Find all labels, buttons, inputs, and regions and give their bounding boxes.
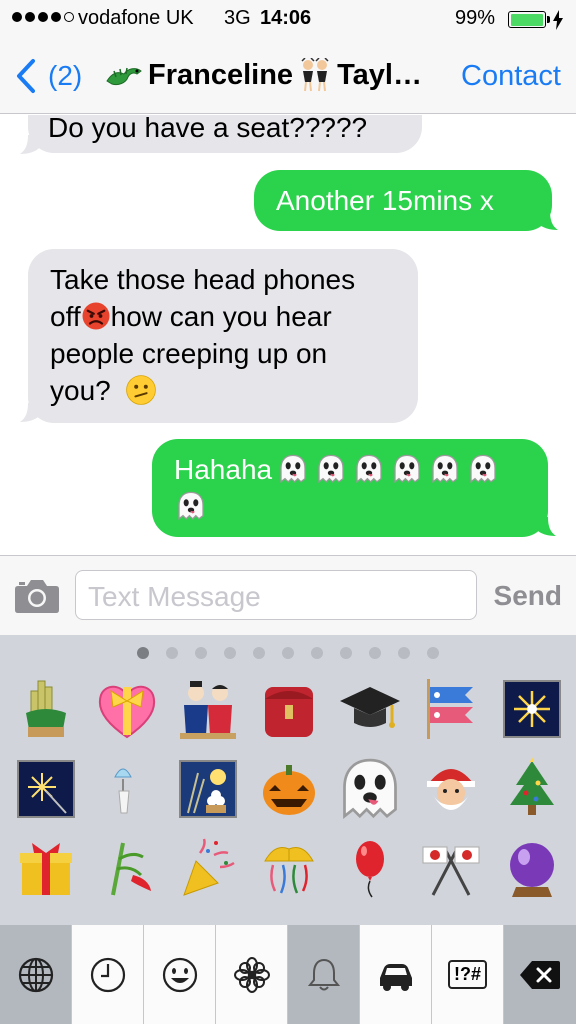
signal-strength-icon xyxy=(12,12,74,22)
message-text: Another 15mins x xyxy=(276,185,494,216)
dancers-icon xyxy=(301,58,329,92)
santa-claus-icon[interactable] xyxy=(417,755,485,823)
confetti-ball-icon[interactable] xyxy=(255,835,323,903)
bubble-tail xyxy=(20,403,40,422)
message-bubble-incoming: Do you have a seat????? xyxy=(28,115,422,153)
wind-chime-icon[interactable] xyxy=(93,755,161,823)
message-line: off how can you hear xyxy=(50,298,398,335)
smiley-icon[interactable] xyxy=(144,925,216,1024)
wrapped-present-icon[interactable] xyxy=(12,835,80,903)
page-indicator xyxy=(0,647,576,659)
flower-icon[interactable] xyxy=(216,925,288,1024)
page-dot[interactable] xyxy=(369,647,381,659)
send-button[interactable]: Send xyxy=(494,580,562,612)
symbols-label: !?# xyxy=(448,960,487,989)
emoji-keyboard: !?# xyxy=(0,635,576,1024)
page-dot[interactable] xyxy=(398,647,410,659)
message-bubble-outgoing: Hahaha xyxy=(152,439,548,537)
message-text: you? xyxy=(50,375,111,406)
emoji-category-bar: !?# xyxy=(0,925,576,1024)
ghost-icon xyxy=(276,453,310,485)
tanabata-tree-icon[interactable] xyxy=(93,835,161,903)
title-name: Franceline xyxy=(148,58,294,91)
ghost-icon xyxy=(352,453,386,485)
status-bar: vodafone UK 3G 14:06 99% xyxy=(0,0,576,38)
page-dot[interactable] xyxy=(224,647,236,659)
jack-o-lantern-icon[interactable] xyxy=(255,755,323,823)
balloon-icon[interactable] xyxy=(336,835,404,903)
graduation-cap-icon[interactable] xyxy=(336,675,404,743)
school-satchel-icon[interactable] xyxy=(255,675,323,743)
message-placeholder: Text Message xyxy=(88,581,261,612)
ghost-icon xyxy=(314,453,348,485)
fireworks-icon[interactable] xyxy=(498,675,566,743)
message-bubble-outgoing: Another 15mins x xyxy=(254,170,552,231)
back-chevron-icon[interactable] xyxy=(14,58,38,94)
battery-percent: 99% xyxy=(455,7,496,29)
battery-icon xyxy=(508,11,550,28)
globe-icon[interactable] xyxy=(0,925,72,1024)
dragon-icon xyxy=(106,67,142,86)
message-text: off xyxy=(50,301,81,332)
message-line: Take those head phones xyxy=(50,264,356,295)
moon-viewing-ceremony-icon[interactable] xyxy=(174,755,242,823)
message-text: Hahaha xyxy=(174,454,273,485)
charging-bolt-icon xyxy=(553,10,563,30)
network-type: 3G xyxy=(224,7,251,29)
contact-button[interactable]: Contact xyxy=(461,60,561,93)
carrier-name: vodafone UK xyxy=(78,7,194,29)
message-text-field[interactable]: Text Message xyxy=(75,570,477,620)
ghost-icon xyxy=(466,453,500,485)
bubble-tail xyxy=(538,211,558,230)
confused-face-icon xyxy=(125,374,157,406)
ghost-icon[interactable] xyxy=(336,755,404,823)
emoji-grid xyxy=(0,671,576,925)
bubble-tail xyxy=(536,517,556,536)
conversation-title[interactable]: Franceline Tayl… xyxy=(104,58,422,92)
title-suffix: Tayl… xyxy=(337,58,422,91)
page-dot[interactable] xyxy=(195,647,207,659)
christmas-tree-icon[interactable] xyxy=(498,755,566,823)
message-line: people creeping up on xyxy=(50,338,328,369)
page-dot[interactable] xyxy=(166,647,178,659)
ghost-icon xyxy=(428,453,462,485)
page-dot[interactable] xyxy=(253,647,265,659)
bubble-tail xyxy=(20,135,40,154)
party-popper-icon[interactable] xyxy=(174,835,242,903)
camera-icon[interactable] xyxy=(14,578,60,614)
message-line xyxy=(174,488,528,525)
page-dot[interactable] xyxy=(311,647,323,659)
kadomatsu-icon[interactable] xyxy=(12,675,80,743)
ghost-icon xyxy=(390,453,424,485)
japanese-dolls-icon[interactable] xyxy=(174,675,242,743)
angry-face-icon xyxy=(82,302,110,330)
page-dot[interactable] xyxy=(282,647,294,659)
bell-icon[interactable] xyxy=(288,925,360,1024)
carp-streamer-icon[interactable] xyxy=(417,675,485,743)
back-button[interactable]: (2) xyxy=(48,60,82,92)
message-text: how can you hear xyxy=(110,301,332,332)
message-bubble-incoming: Take those head phones off how can you h… xyxy=(28,249,418,423)
message-input-bar: Text Message Send xyxy=(0,555,576,635)
car-icon[interactable] xyxy=(360,925,432,1024)
message-line: you? xyxy=(50,372,398,409)
message-list[interactable]: Do you have a seat????? Another 15mins x… xyxy=(0,115,576,555)
page-dot[interactable] xyxy=(427,647,439,659)
status-time: 14:06 xyxy=(260,7,312,29)
navigation-bar: (2) Franceline Tayl… Contact xyxy=(0,38,576,114)
crossed-flags-icon[interactable] xyxy=(417,835,485,903)
ghost-icon xyxy=(174,490,208,522)
page-dot[interactable] xyxy=(340,647,352,659)
recent-clock-icon[interactable] xyxy=(72,925,144,1024)
message-line: Hahaha xyxy=(174,451,528,488)
delete-icon[interactable] xyxy=(504,925,576,1024)
sparkler-icon[interactable] xyxy=(12,755,80,823)
crystal-ball-icon[interactable] xyxy=(498,835,566,903)
heart-with-ribbon-icon[interactable] xyxy=(93,675,161,743)
message-text: Do you have a seat????? xyxy=(48,115,368,143)
page-dot[interactable] xyxy=(137,647,149,659)
symbols-icon[interactable]: !?# xyxy=(432,925,504,1024)
